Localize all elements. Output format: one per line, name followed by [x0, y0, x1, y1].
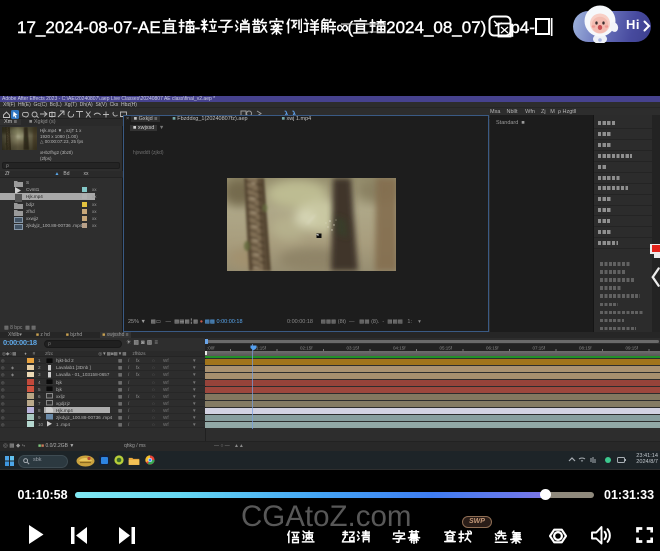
- svg-text:09:15f: 09:15f: [626, 345, 639, 350]
- svg-text:03:15f: 03:15f: [347, 345, 360, 350]
- svg-text::00f: :00f: [207, 345, 215, 350]
- svg-text:06:15f: 06:15f: [486, 345, 499, 350]
- svg-text:02:15f: 02:15f: [300, 345, 313, 350]
- svg-text:04:15f: 04:15f: [393, 345, 406, 350]
- svg-text:07:15f: 07:15f: [533, 345, 546, 350]
- svg-text:08:15f: 08:15f: [579, 345, 592, 350]
- svg-text:05:15f: 05:15f: [440, 345, 453, 350]
